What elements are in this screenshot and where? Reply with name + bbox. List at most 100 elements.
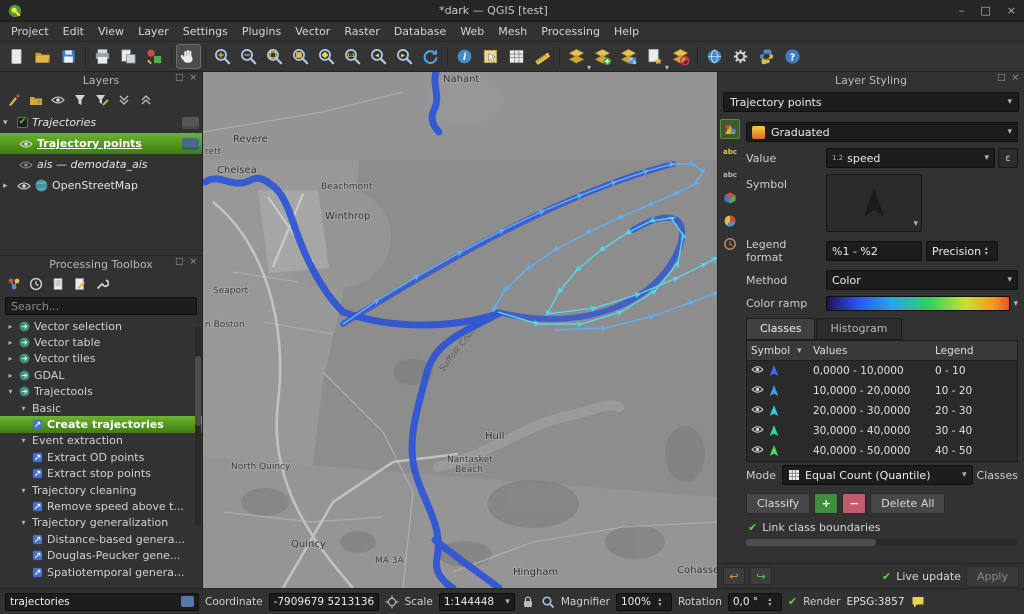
toolbox-item-vector-tiles[interactable]: ▸Vector tiles [0, 351, 202, 367]
scrollbar-thumb[interactable] [746, 539, 876, 546]
map-canvas[interactable]: NahantrettRevereChelseaBeachmontWinthrop… [203, 72, 717, 588]
toolbox-search-input[interactable] [11, 300, 191, 313]
toolbox-item-trajectory-cleaning[interactable]: ▾Trajectory cleaning [0, 482, 202, 498]
coordinate-field[interactable] [269, 593, 379, 611]
magnifier-spinner[interactable]: 100% ▴▾ [616, 593, 672, 611]
menu-mesh[interactable]: Mesh [491, 23, 534, 40]
class-visibility-icon[interactable] [751, 385, 764, 397]
precision-spinner[interactable]: Precision 1 ▴▾ [926, 241, 998, 261]
open-layer-styling-button[interactable] [5, 91, 23, 109]
metasearch-button[interactable] [702, 44, 727, 69]
filter-legend-button[interactable] [71, 91, 89, 109]
expander-icon[interactable]: ▾ [19, 486, 28, 495]
toolbox-search[interactable] [5, 297, 197, 315]
class-row[interactable]: 0,0000 - 10,00000 - 10 [747, 361, 1017, 381]
layer-item-ais-demodata-ais[interactable]: ais — demodata_ais [0, 154, 202, 175]
values-column-header[interactable]: Values [809, 345, 931, 357]
tab-history[interactable] [720, 234, 740, 254]
layer-indicator-badge[interactable] [182, 117, 199, 129]
locator-search[interactable] [5, 593, 199, 611]
expand-all-button[interactable] [115, 91, 133, 109]
class-values[interactable]: 10,0000 - 20,0000 [809, 385, 931, 397]
toolbox-scrollbar[interactable] [195, 326, 201, 526]
spinner-arrows-icon[interactable]: ▴▾ [763, 597, 777, 607]
toolbox-item-event-extraction[interactable]: ▾Event extraction [0, 433, 202, 449]
color-ramp-selector[interactable] [826, 296, 1010, 311]
toolbox-item-extract-od-points[interactable]: Extract OD points [0, 449, 202, 465]
tab-diagrams[interactable] [720, 211, 740, 231]
classes-horizontal-scrollbar[interactable] [746, 539, 1018, 546]
add-class-button[interactable]: + [814, 493, 838, 514]
layout-manager-button[interactable] [116, 44, 141, 69]
class-values[interactable]: 30,0000 - 40,0000 [809, 425, 931, 437]
delete-all-button[interactable]: Delete All [870, 493, 945, 514]
zoom-in-button[interactable]: + [210, 44, 235, 69]
expander-icon[interactable]: ▾ [19, 436, 28, 445]
layer-visibility-icon[interactable] [19, 160, 33, 170]
value-selector[interactable]: 1.2 speed ▾ [826, 148, 995, 168]
class-legend[interactable]: 20 - 30 [931, 405, 1017, 417]
spinner-arrows-icon[interactable]: ▴▾ [653, 597, 667, 607]
measure-button[interactable] [530, 44, 555, 69]
filter-expression-button[interactable] [93, 91, 111, 109]
crs-indicator[interactable]: EPSG:3857 [846, 596, 904, 608]
toolbox-item-trajectory-generalization[interactable]: ▾Trajectory generalization [0, 515, 202, 531]
zoom-full-button[interactable] [262, 44, 287, 69]
symbol-column-header[interactable]: Symbol [751, 345, 790, 357]
class-row[interactable]: 30,0000 - 40,000030 - 40 [747, 421, 1017, 441]
menu-database[interactable]: Database [387, 23, 454, 40]
redo-style-button[interactable]: ↪ [750, 567, 772, 585]
float-panel-icon[interactable]: □ [175, 73, 184, 83]
toolbox-item-vector-table[interactable]: ▸Vector table [0, 334, 202, 350]
remove-class-button[interactable]: − [842, 493, 866, 514]
extents-icon[interactable] [385, 595, 399, 609]
menu-vector[interactable]: Vector [288, 23, 337, 40]
options-button[interactable] [93, 275, 111, 293]
class-values[interactable]: 0,0000 - 10,0000 [809, 365, 931, 377]
float-panel-icon[interactable]: □ [997, 73, 1006, 83]
expander-icon[interactable]: ▸ [6, 354, 15, 363]
layer-indicator-badge[interactable] [182, 138, 199, 150]
select-features-button[interactable] [478, 44, 503, 69]
toolbox-item-distance-based-genera[interactable]: Distance-based genera... [0, 531, 202, 547]
open-attribute-table-button[interactable] [504, 44, 529, 69]
tab-masks[interactable]: abc [720, 165, 740, 185]
scale-selector[interactable]: 1:144448 ▾ [439, 593, 515, 611]
lock-scale-icon[interactable] [521, 595, 535, 609]
class-legend[interactable]: 10 - 20 [931, 385, 1017, 397]
layer-visibility-icon[interactable] [19, 139, 33, 149]
toolbox-item-create-trajectories[interactable]: Create trajectories [0, 416, 202, 432]
class-row[interactable]: 40,0000 - 50,000040 - 50 [747, 441, 1017, 461]
manage-themes-button[interactable] [49, 91, 67, 109]
edit-features-button[interactable] [71, 275, 89, 293]
spinner-arrows-icon[interactable]: ▴▾ [981, 246, 992, 256]
new-project-button[interactable] [4, 44, 29, 69]
menu-view[interactable]: View [91, 23, 131, 40]
add-raster-layer-button[interactable] [616, 44, 641, 69]
tab-3d-view[interactable] [720, 188, 740, 208]
layer-item-trajectories[interactable]: ▾✔Trajectories [0, 112, 202, 133]
print-layout-button[interactable] [90, 44, 115, 69]
minimize-button[interactable]: – [959, 4, 965, 17]
coordinate-input[interactable] [274, 596, 374, 608]
expander-icon[interactable]: ▸ [6, 371, 15, 380]
class-legend[interactable]: 30 - 40 [931, 425, 1017, 437]
tab-classes[interactable]: Classes [746, 318, 815, 340]
locator-input[interactable] [10, 596, 181, 608]
menu-help[interactable]: Help [607, 23, 646, 40]
toolbox-item-douglas-peucker-gene[interactable]: Douglas-Peucker gene... [0, 547, 202, 563]
class-values[interactable]: 20,0000 - 30,0000 [809, 405, 931, 417]
close-panel-icon[interactable]: × [189, 73, 197, 83]
legend-column-header[interactable]: Legend [931, 345, 1017, 357]
messages-bubble-icon[interactable] [911, 595, 925, 609]
add-group-button[interactable] [27, 91, 45, 109]
toolbox-item-vector-selection[interactable]: ▸Vector selection [0, 318, 202, 334]
class-legend[interactable]: 0 - 10 [931, 365, 1017, 377]
models-button[interactable] [5, 275, 23, 293]
collapse-all-button[interactable] [137, 91, 155, 109]
method-selector[interactable]: Color ▾ [826, 270, 1018, 290]
class-visibility-icon[interactable] [751, 425, 764, 437]
toolbox-item-extract-stop-points[interactable]: Extract stop points [0, 466, 202, 482]
maximize-button[interactable]: □ [980, 4, 990, 17]
layer-checkbox[interactable]: ✔ [17, 117, 28, 128]
